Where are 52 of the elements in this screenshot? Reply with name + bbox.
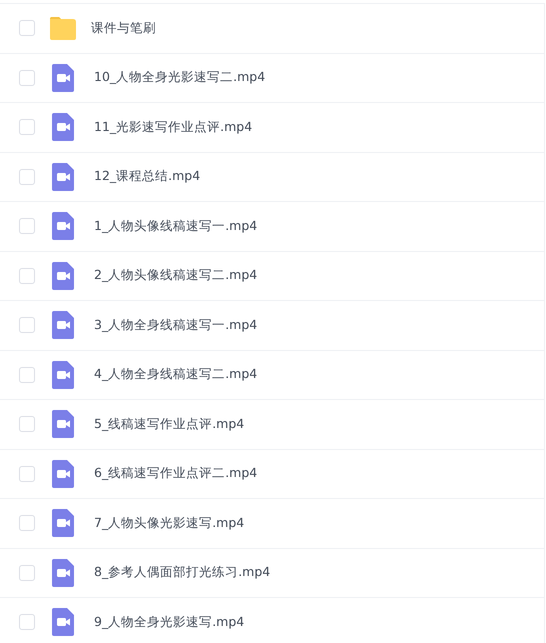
- file-name[interactable]: 9_人物全身光影速写.mp4: [94, 612, 244, 632]
- file-row[interactable]: 1_人物头像线稿速写一.mp4: [0, 202, 544, 252]
- file-row[interactable]: 11_光影速写作业点评.mp4: [0, 103, 544, 152]
- checkbox[interactable]: [19, 119, 35, 136]
- video-file-icon: [51, 410, 75, 438]
- video-file-icon: [51, 509, 75, 538]
- video-file-icon: [51, 113, 75, 142]
- file-row[interactable]: 课件与笔刷: [0, 4, 544, 54]
- file-name[interactable]: 6_线稿速写作业点评二.mp4: [94, 464, 258, 484]
- file-row[interactable]: 5_线稿速写作业点评.mp4: [0, 400, 544, 450]
- file-name[interactable]: 5_线稿速写作业点评.mp4: [94, 414, 244, 434]
- file-name[interactable]: 2_人物头像线稿速写二.mp4: [94, 266, 258, 286]
- checkbox[interactable]: [19, 466, 35, 482]
- checkbox[interactable]: [19, 20, 35, 36]
- checkbox[interactable]: [19, 268, 35, 284]
- checkbox[interactable]: [19, 614, 35, 630]
- file-row[interactable]: 2_人物头像线稿速写二.mp4: [0, 252, 544, 301]
- file-name[interactable]: 8_参考人偶面部打光练习.mp4: [94, 563, 270, 582]
- file-name[interactable]: 7_人物头像光影速写.mp4: [94, 514, 244, 533]
- checkbox[interactable]: [19, 70, 35, 86]
- checkbox[interactable]: [19, 416, 35, 432]
- video-file-icon: [51, 162, 75, 191]
- file-name[interactable]: 课件与笔刷: [91, 18, 156, 38]
- file-row[interactable]: 4_人物全身线稿速写二.mp4: [0, 350, 544, 400]
- file-name[interactable]: 4_人物全身线稿速写二.mp4: [94, 365, 258, 384]
- video-file-icon: [51, 558, 75, 587]
- checkbox[interactable]: [19, 366, 35, 383]
- video-file-icon: [51, 460, 75, 488]
- video-file-icon: [51, 212, 75, 240]
- file-row[interactable]: 10_人物全身光影速写二.mp4: [0, 54, 544, 103]
- video-file-icon: [51, 64, 75, 92]
- video-file-icon: [51, 311, 75, 340]
- file-row[interactable]: 12_课程总结.mp4: [0, 152, 544, 202]
- file-name[interactable]: 1_人物头像线稿速写一.mp4: [94, 216, 258, 236]
- video-file-icon: [51, 608, 75, 636]
- file-row[interactable]: 6_线稿速写作业点评二.mp4: [0, 450, 544, 499]
- folder-icon: [49, 16, 77, 41]
- checkbox[interactable]: [19, 317, 35, 334]
- checkbox[interactable]: [19, 168, 35, 185]
- checkbox[interactable]: [19, 564, 35, 581]
- video-file-icon: [51, 360, 75, 389]
- file-row[interactable]: 7_人物头像光影速写.mp4: [0, 499, 544, 548]
- file-row[interactable]: 9_人物全身光影速写.mp4: [0, 598, 544, 643]
- file-name[interactable]: 10_人物全身光影速写二.mp4: [94, 68, 266, 88]
- file-row[interactable]: 3_人物全身线稿速写一.mp4: [0, 301, 544, 350]
- checkbox[interactable]: [19, 218, 35, 234]
- file-name[interactable]: 3_人物全身线稿速写一.mp4: [94, 316, 258, 335]
- file-name[interactable]: 12_课程总结.mp4: [94, 167, 200, 186]
- file-row[interactable]: 8_参考人偶面部打光练习.mp4: [0, 548, 544, 598]
- video-file-icon: [51, 262, 75, 290]
- checkbox[interactable]: [19, 515, 35, 532]
- file-name[interactable]: 11_光影速写作业点评.mp4: [94, 118, 252, 137]
